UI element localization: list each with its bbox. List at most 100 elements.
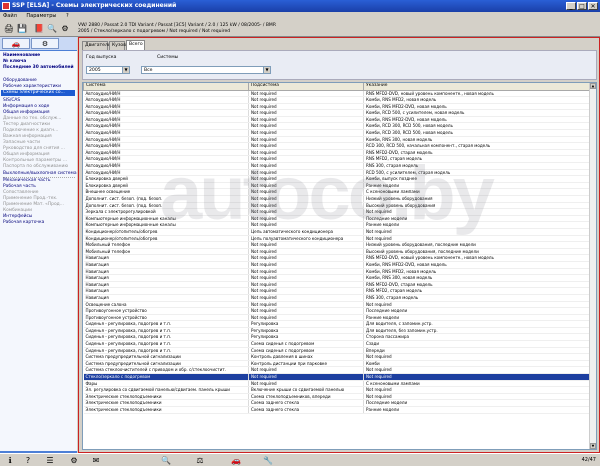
menu-help[interactable]: ? — [66, 13, 69, 19]
sidebar-item[interactable]: Общая информация — [3, 152, 49, 158]
table-row[interactable]: Мобильный телефон Not required Высокий уро… — [83, 248, 592, 256]
menu-file[interactable]: Файл — [3, 13, 17, 19]
table-row[interactable]: Автоаудио/НИ/Н Not required Комби, RCD 300… — [83, 122, 592, 131]
table-row[interactable]: Электрические стеклоподъемники Схема стек… — [83, 393, 592, 401]
table-row[interactable]: Сиденья - регулировка, подогрев и т.п. Ре… — [83, 320, 592, 328]
table-row[interactable]: Сиденья - регулировка, подогрев и т.п. Ре… — [83, 333, 592, 342]
sidebar-item[interactable]: Рабочая часть — [3, 184, 36, 190]
menu-parameters[interactable]: Параметры — [26, 13, 56, 19]
scales-icon[interactable]: ⚖ — [194, 455, 206, 466]
sidebar-item[interactable]: Интерфейсы — [3, 214, 32, 220]
help-icon[interactable]: ? — [22, 455, 34, 466]
table-row[interactable]: Фары Not required С ксеноновыми лампами — [83, 380, 592, 388]
table-row[interactable]: Навигация Not required Комби, RNS MFD2, но… — [83, 268, 592, 276]
tab-0[interactable]: Двигатель — [82, 41, 111, 50]
info-icon[interactable]: ℹ — [4, 455, 16, 466]
car-icon[interactable]: 🚗 — [230, 455, 242, 466]
table-row[interactable]: Блокировка дверей Not required Комби, выпу… — [83, 175, 592, 183]
tab-2[interactable]: Всего — [126, 40, 145, 50]
table-row[interactable]: Автоаудио/НИ/Н Not required RCD 300, RCD 5… — [83, 142, 592, 150]
sidebar-item[interactable]: Запасные части — [3, 140, 40, 146]
table-row[interactable]: Навигация Not required RNS MFD2-DVD, новый… — [83, 254, 592, 262]
table-row[interactable]: Навигация Not required Комби, RNS MFD2-DVD… — [83, 261, 592, 269]
sidebar-item[interactable]: Информация о ходе — [3, 104, 49, 110]
sidebar-item[interactable]: Наименование — [3, 53, 40, 59]
table-row[interactable]: Автоаудио/НИ/Н Not required Комби, RCD 300… — [83, 129, 592, 137]
table-row[interactable]: Противоугонное устройство Not required Ран… — [83, 314, 592, 322]
table-row[interactable]: Освещение салона Not required Not required — [83, 301, 592, 309]
table-row[interactable]: Система предупредительной сигнализации Ко… — [83, 360, 592, 368]
table-row[interactable]: Автоаудио/НИ/Н Not required RCD 500, с уси… — [83, 169, 592, 177]
search-icon[interactable]: 🔍 — [160, 455, 172, 466]
wrench-icon[interactable]: 🔧 — [262, 455, 274, 466]
table-row[interactable]: Автоаудио/НИ/Н Not required RNS 300, стара… — [83, 162, 592, 170]
vertical-scrollbar[interactable]: ▲ ▼ — [589, 83, 596, 449]
list-icon[interactable]: ☰ — [44, 455, 56, 466]
table-row[interactable]: Система стеклоочистителей с приводом и о… — [83, 366, 592, 375]
table-row[interactable]: Сиденья - регулировка, подогрев и т.п. Ре… — [83, 327, 592, 335]
chevron-down-icon[interactable]: ▼ — [122, 67, 129, 73]
sidebar-item[interactable]: Руководство для снятия ... — [3, 146, 65, 152]
table-row[interactable]: Сиденья - регулировка, подогрев и т.п. Сх… — [83, 347, 592, 355]
sidebar-item[interactable]: Общая информация — [3, 110, 49, 116]
settings-icon[interactable]: ⚙ — [68, 455, 80, 466]
chevron-down-icon[interactable]: ▼ — [263, 67, 270, 73]
table-row[interactable]: Навигация Not required RNS 300, старая мод… — [83, 294, 592, 302]
system-select[interactable]: Все ▼ — [141, 66, 271, 74]
tools-icon[interactable]: ⚙ — [59, 23, 71, 35]
print-icon[interactable]: 🖨 — [3, 23, 15, 35]
sidebar-item[interactable]: Сопоставление — [3, 190, 39, 196]
car-icon[interactable]: 🚗 — [2, 38, 30, 49]
sidebar-item[interactable]: Тестер диагностики — [3, 122, 50, 128]
table-row[interactable]: Эл. регулировка со сдвигаемой панелью/сд… — [83, 386, 592, 394]
sidebar-item[interactable]: Применение Прод.-тех. — [3, 196, 57, 202]
sidebar-item[interactable]: Оборудование — [3, 78, 37, 84]
table-row[interactable]: Стекло/зеркало с подогревом Not required N… — [83, 373, 592, 381]
sidebar-item[interactable]: Последние 30 автомобилей — [3, 65, 74, 71]
sidebar-item[interactable]: Данные по тех. обслуж... — [3, 116, 61, 122]
table-row[interactable]: Сиденья - регулировка, подогрев и т.п. Сх… — [83, 340, 592, 348]
year-select[interactable]: 2005 ▼ — [86, 66, 130, 74]
save-icon[interactable]: 💾 — [16, 23, 28, 35]
zoom-icon[interactable]: 🔍 — [46, 23, 58, 35]
sidebar-item[interactable]: SIS/CAS — [3, 98, 20, 104]
engine-icon[interactable]: ⚙ — [31, 38, 59, 49]
table-row[interactable]: Автоаудио/НИ/Н Not required Комби, RNS 300… — [83, 136, 592, 144]
maximize-button[interactable]: □ — [577, 2, 587, 10]
table-row[interactable]: Дополнит. сист. безоп. (под. безоп. Not r… — [83, 202, 592, 210]
scroll-up-icon[interactable]: ▲ — [590, 83, 596, 89]
table-row[interactable]: Блокировка дверей Not required Ранние моде… — [83, 182, 592, 190]
scroll-down-icon[interactable]: ▼ — [590, 443, 596, 449]
table-row[interactable]: Автоаудио/НИ/Н Not required Комби, RNS MFD… — [83, 96, 592, 104]
book-icon[interactable]: 📕 — [33, 23, 45, 35]
table-row[interactable]: Электрические стеклоподъемники Схема задн… — [83, 406, 592, 414]
table-row[interactable]: Компьютерные информационные каналы Not re… — [83, 221, 592, 229]
table-row[interactable]: Автоаудио/НИ/Н Not required RNS MFD2-DVD, … — [83, 90, 592, 98]
table-row[interactable]: Кондиционер/отопитель/обогрев Цепь полуав… — [83, 235, 592, 243]
sidebar-item[interactable]: Выхлопные/выхлопная система — [3, 171, 77, 178]
table-row[interactable]: Автоаудио/НИ/Н Not required RNS MFD2, стар… — [83, 155, 592, 164]
table-row[interactable]: Внешнее освещение Not required С ксеноновы… — [83, 188, 592, 196]
column-header-system[interactable]: Система — [83, 83, 249, 91]
column-header-note[interactable]: Указание — [363, 83, 592, 91]
table-row[interactable]: Автоаудио/НИ/Н Not required Комби, RNS MFD… — [83, 103, 592, 111]
email-icon[interactable]: ✉ — [90, 455, 102, 466]
table-row[interactable]: Автоаудио/НИ/Н Not required Комби, RNS MFD… — [83, 116, 592, 124]
tab-1[interactable]: Кузов — [109, 41, 126, 50]
sidebar-item[interactable]: Контрольные параметры ... — [3, 158, 67, 164]
table-row[interactable]: Мобильный телефон Not required Низкий уров… — [83, 241, 592, 249]
sidebar-item[interactable]: Схемы электрических со... — [1, 90, 75, 96]
table-row[interactable]: Автоаудио/НИ/Н Not required RNS MFD2-DVD, … — [83, 149, 592, 157]
close-button[interactable]: ✕ — [588, 2, 598, 10]
table-row[interactable]: Кондиционер/отопитель/обогрев Цепь автома… — [83, 228, 592, 236]
sidebar-item[interactable]: Подключение к диагн... — [3, 128, 58, 134]
table-row[interactable]: Навигация Not required RNS MFD2, старая мо… — [83, 287, 592, 295]
table-row[interactable]: Навигация Not required RNS MFD2-DVD, стара… — [83, 281, 592, 289]
table-row[interactable]: Электрические стеклоподъемники Схема задн… — [83, 399, 592, 407]
sidebar-item[interactable]: Комбинации — [3, 208, 32, 214]
column-header-subsystem[interactable]: Подсистема — [248, 83, 364, 91]
table-row[interactable]: Компьютерные информационные каналы Not re… — [83, 215, 592, 223]
table-row[interactable]: Зеркала с электрорегулировкой Not require… — [83, 208, 592, 216]
sidebar-item[interactable]: Паспорта по обслуживанию — [3, 164, 68, 170]
sidebar-item[interactable]: Механическая часть — [3, 178, 50, 184]
